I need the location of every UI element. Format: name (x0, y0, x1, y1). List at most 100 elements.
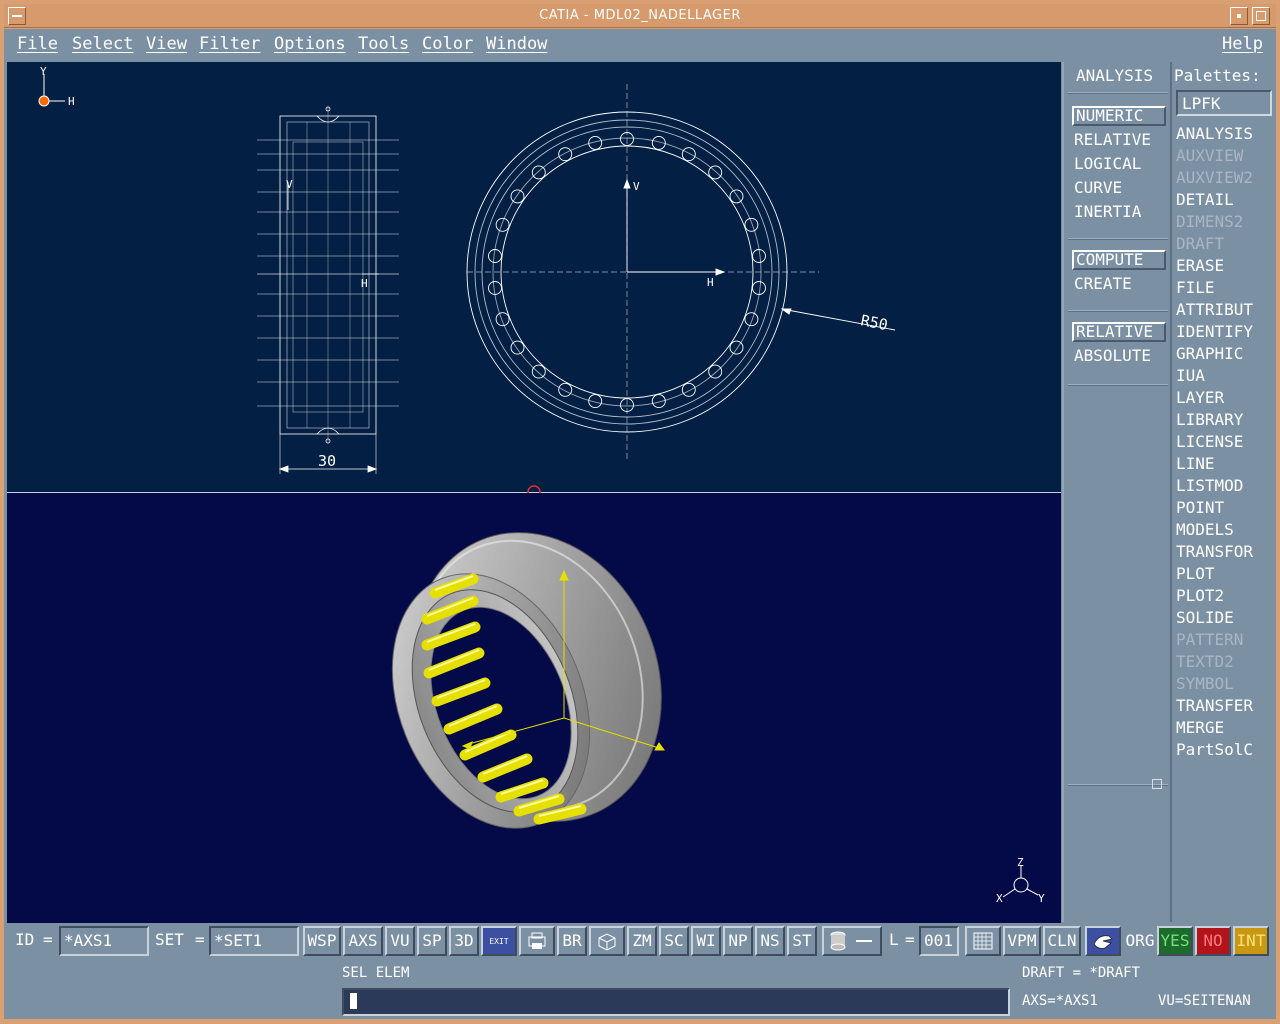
roller-section (729, 189, 744, 204)
menu-view[interactable]: View (146, 34, 187, 54)
palette-item-listmod[interactable]: LISTMOD (1176, 476, 1243, 495)
current-palette-field[interactable]: LPFK (1176, 90, 1272, 116)
palette-item-identify[interactable]: IDENTIFY (1176, 322, 1253, 341)
layer-field[interactable]: 001 (919, 926, 959, 956)
layer-filter-button[interactable] (822, 926, 882, 956)
palette-item-merge[interactable]: MERGE (1176, 718, 1224, 737)
palette-item-pattern[interactable]: PATTERN (1176, 630, 1243, 649)
drawing-canvas[interactable]: Y H V H 30 V H R50 (7, 62, 1061, 492)
menu-filter[interactable]: Filter (199, 34, 260, 54)
menu-select[interactable]: Select (72, 34, 133, 54)
yes-button[interactable]: YES (1157, 926, 1193, 956)
menu-tools[interactable]: Tools (358, 34, 409, 54)
palette-item-point[interactable]: POINT (1176, 498, 1224, 517)
bearing-3d-model[interactable] (356, 495, 703, 859)
palette-item-analysis[interactable]: ANALYSIS (1176, 124, 1253, 143)
palette-item-draft[interactable]: DRAFT (1176, 234, 1224, 253)
palette-item-detail[interactable]: DETAIL (1176, 190, 1234, 209)
grid-button[interactable] (965, 926, 1001, 956)
palette-item-auxview[interactable]: AUXVIEW (1176, 146, 1243, 165)
palette-item-solide[interactable]: SOLIDE (1176, 608, 1234, 627)
option-compute[interactable]: COMPUTE (1072, 250, 1166, 270)
palette-item-file[interactable]: FILE (1176, 278, 1215, 297)
bearing-side-view[interactable] (257, 106, 399, 474)
roller-section (681, 147, 696, 162)
palette-item-iua[interactable]: IUA (1176, 366, 1205, 385)
model-viewport[interactable]: Z X Y (7, 493, 1061, 923)
palette-item-graphic[interactable]: GRAPHIC (1176, 344, 1243, 363)
print-button[interactable] (519, 926, 555, 956)
menu-color[interactable]: Color (422, 34, 473, 54)
palette-item-erase[interactable]: ERASE (1176, 256, 1224, 275)
vu-status: VU=SEITENAN (1158, 993, 1251, 1009)
side-v-label: V (286, 178, 293, 191)
cln-button[interactable]: CLN (1043, 926, 1081, 956)
solid-button[interactable] (589, 926, 625, 956)
vpm-button[interactable]: VPM (1003, 926, 1041, 956)
palette-item-transfer[interactable]: TRANSFER (1176, 696, 1253, 715)
int-button[interactable]: INT (1233, 926, 1269, 956)
palette-item-attribut[interactable]: ATTRIBUT (1176, 300, 1253, 319)
option-relative[interactable]: RELATIVE (1074, 130, 1151, 149)
wsp-button[interactable]: WSP (303, 926, 341, 956)
palette-item-library[interactable]: LIBRARY (1176, 410, 1243, 429)
palette-item-symbol[interactable]: SYMBOL (1176, 674, 1234, 693)
palette-item-license[interactable]: LICENSE (1176, 432, 1243, 451)
option-inertia[interactable]: INERTIA (1074, 202, 1141, 221)
palette-item-auxview2[interactable]: AUXVIEW2 (1176, 168, 1253, 187)
palette-item-textd2[interactable]: TEXTD2 (1176, 652, 1234, 671)
br-button[interactable]: BR (557, 926, 587, 956)
palette-item-plot2[interactable]: PLOT2 (1176, 586, 1224, 605)
roller-section (558, 147, 573, 162)
option-relative-mode[interactable]: RELATIVE (1072, 322, 1166, 342)
menu-window[interactable]: Window (486, 34, 547, 54)
axis-indicator-2d: Y H (38, 65, 75, 108)
menu-bar: File Select View Filter Options Tools Co… (4, 29, 1276, 62)
command-input[interactable] (342, 988, 1010, 1016)
l-equals: = (905, 930, 915, 949)
radius-label: R50 (859, 311, 889, 334)
palette-item-dimens2[interactable]: DIMENS2 (1176, 212, 1243, 231)
maximize-button[interactable] (1252, 7, 1270, 25)
wi-button[interactable]: WI (691, 926, 721, 956)
palette-item-layer[interactable]: LAYER (1176, 388, 1224, 407)
option-absolute[interactable]: ABSOLUTE (1074, 346, 1151, 365)
roller-section (708, 165, 723, 180)
menu-file[interactable]: File (17, 34, 58, 54)
zm-button[interactable]: ZM (627, 926, 657, 956)
palette-item-transfor[interactable]: TRANSFOR (1176, 542, 1253, 561)
palette-item-line[interactable]: LINE (1176, 454, 1215, 473)
np-button[interactable]: NP (723, 926, 753, 956)
palette-item-plot[interactable]: PLOT (1176, 564, 1215, 583)
option-logical[interactable]: LOGICAL (1074, 154, 1141, 173)
minimize-button[interactable] (1230, 7, 1248, 25)
set-field[interactable]: *SET1 (209, 926, 299, 956)
3d-button[interactable]: 3D (449, 926, 479, 956)
sc-button[interactable]: SC (659, 926, 689, 956)
roller-section (681, 382, 696, 397)
panel-resize-handle[interactable] (1152, 779, 1162, 789)
vu-button[interactable]: VU (385, 926, 415, 956)
st-button[interactable]: ST (787, 926, 817, 956)
ns-button[interactable]: NS (755, 926, 785, 956)
bearing-front-view[interactable] (466, 84, 896, 462)
front-v-label: V (633, 180, 640, 193)
palette-item-partsolc[interactable]: PartSolC (1176, 740, 1253, 759)
option-numeric[interactable]: NUMERIC (1072, 106, 1166, 126)
set-equals: = (195, 930, 205, 949)
no-button[interactable]: NO (1195, 926, 1231, 956)
option-curve[interactable]: CURVE (1074, 178, 1122, 197)
menu-help[interactable]: Help (1222, 34, 1263, 54)
palette-item-models[interactable]: MODELS (1176, 520, 1234, 539)
exit-button[interactable]: EXIT (481, 926, 517, 956)
axs-button[interactable]: AXS (343, 926, 383, 956)
sp-button[interactable]: SP (417, 926, 447, 956)
option-create[interactable]: CREATE (1074, 274, 1132, 293)
title-bar[interactable]: CATIA - MDL02_NADELLAGER (4, 4, 1276, 28)
menu-options[interactable]: Options (274, 34, 346, 54)
org-button[interactable]: ORG (1123, 926, 1157, 956)
help-assist-button[interactable] (1085, 926, 1121, 956)
drawing-viewport[interactable]: Y H V H 30 V H R50 (7, 62, 1061, 492)
id-field[interactable]: *AXS1 (59, 926, 149, 956)
model-canvas[interactable]: Z X Y (7, 493, 1061, 923)
